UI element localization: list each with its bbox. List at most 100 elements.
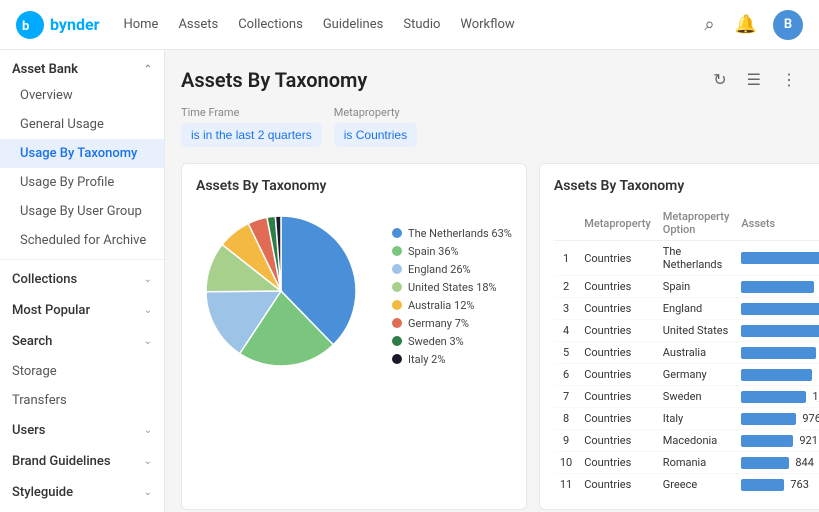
row-option: Italy: [657, 408, 736, 430]
sidebar-item-usage-user-group[interactable]: Usage By User Group: [0, 197, 164, 226]
legend-dot: [392, 354, 402, 364]
row-option: The Netherlands: [657, 241, 736, 276]
row-num: 7: [554, 386, 578, 408]
sidebar-item-general-usage[interactable]: General Usage: [0, 110, 164, 139]
pie-legend: The Netherlands 63%Spain 36%England 26%U…: [392, 227, 512, 366]
legend-item: Sweden 3%: [392, 335, 512, 348]
legend-dot: [392, 336, 402, 346]
sidebar-item-brand-guidelines[interactable]: Brand Guidelines ⌄: [0, 446, 164, 477]
bar: [741, 347, 816, 359]
sidebar-collapse-icon[interactable]: ⌃: [144, 64, 152, 75]
nav-collections[interactable]: Collections: [238, 17, 303, 32]
row-metaproperty: Countries: [578, 386, 657, 408]
sidebar-item-usage-profile[interactable]: Usage By Profile: [0, 168, 164, 197]
legend-item: Italy 2%: [392, 353, 512, 366]
sidebar-most-popular-label: Most Popular: [12, 303, 90, 318]
table-row: 2 Countries Spain 1,296: [554, 276, 819, 298]
bar: [741, 457, 789, 469]
chevron-down-icon: ⌄: [144, 336, 152, 347]
nav-links: Home Assets Collections Guidelines Studi…: [123, 17, 700, 32]
metaproperty-label: Metaproperty: [334, 106, 417, 119]
timeframe-chip[interactable]: is in the last 2 quarters: [181, 123, 322, 147]
legend-label: Germany 7%: [408, 317, 469, 330]
row-option: Sweden: [657, 386, 736, 408]
page-title: Assets By Taxonomy: [181, 68, 367, 92]
sidebar-item-transfers[interactable]: Transfers: [0, 386, 164, 415]
row-metaproperty: Countries: [578, 452, 657, 474]
sidebar-item-most-popular[interactable]: Most Popular ⌄: [0, 295, 164, 326]
sidebar-users-label: Users: [12, 423, 45, 438]
nav-guidelines[interactable]: Guidelines: [323, 17, 384, 32]
table-row: 9 Countries Macedonia 921: [554, 430, 819, 452]
sidebar-item-workflow[interactable]: Workflow ⌄: [0, 508, 164, 512]
legend-item: United States 18%: [392, 281, 512, 294]
row-metaproperty: Countries: [578, 276, 657, 298]
table1: Metaproperty Metaproperty Option Assets …: [554, 206, 819, 495]
legend-dot: [392, 246, 402, 256]
bar-value: 763: [790, 478, 809, 491]
row-assets: 1,584: [735, 241, 819, 276]
row-option: England: [657, 298, 736, 320]
table-row: 11 Countries Greece 763: [554, 474, 819, 496]
table-row: 4 Countries United States 1,540: [554, 320, 819, 342]
row-assets: 1,991: [735, 298, 819, 320]
row-option: Macedonia: [657, 430, 736, 452]
legend-label: The Netherlands 63%: [408, 227, 512, 240]
sidebar-item-overview[interactable]: Overview: [0, 81, 164, 110]
legend-dot: [392, 228, 402, 238]
table-row: 10 Countries Romania 844: [554, 452, 819, 474]
sidebar-item-users[interactable]: Users ⌄: [0, 415, 164, 446]
bar: [741, 391, 806, 403]
table-row: 8 Countries Italy 976: [554, 408, 819, 430]
bar: [741, 435, 793, 447]
sidebar-item-search[interactable]: Search ⌄: [0, 326, 164, 357]
legend-label: Italy 2%: [408, 353, 445, 366]
nav-icons: ⌕ 🔔 B: [700, 10, 803, 40]
nav-workflow[interactable]: Workflow: [460, 17, 514, 32]
legend-label: United States 18%: [408, 281, 497, 294]
main-content: Assets By Taxonomy ↻ ☰ ⋮ Time Frame is i…: [165, 50, 819, 512]
row-option: United States: [657, 320, 736, 342]
notifications-button[interactable]: 🔔: [731, 10, 761, 39]
filters-bar: Time Frame is in the last 2 quarters Met…: [181, 106, 803, 147]
row-num: 6: [554, 364, 578, 386]
more-options-button[interactable]: ⋮: [775, 66, 803, 94]
sidebar-item-styleguide[interactable]: Styleguide ⌄: [0, 477, 164, 508]
avatar[interactable]: B: [773, 10, 803, 40]
cards-grid: Assets By Taxonomy The Netherlands 63%Sp…: [181, 163, 803, 512]
table1-title: Assets By Taxonomy: [554, 178, 819, 194]
timeframe-filter: Time Frame is in the last 2 quarters: [181, 106, 322, 147]
row-num: 8: [554, 408, 578, 430]
nav-home[interactable]: Home: [123, 17, 158, 32]
metaproperty-chip[interactable]: is Countries: [334, 123, 417, 147]
nav-assets[interactable]: Assets: [178, 17, 218, 32]
bar: [741, 303, 819, 315]
sidebar-item-scheduled-archive[interactable]: Scheduled for Archive: [0, 226, 164, 255]
legend-item: Spain 36%: [392, 245, 512, 258]
legend-item: Australia 12%: [392, 299, 512, 312]
row-assets: 844: [735, 452, 819, 474]
row-num: 3: [554, 298, 578, 320]
pie-chart-card: Assets By Taxonomy The Netherlands 63%Sp…: [181, 163, 527, 510]
bar: [741, 479, 784, 491]
chevron-down-icon: ⌄: [144, 456, 152, 467]
row-assets: 1,156: [735, 386, 819, 408]
chevron-down-icon: ⌄: [144, 274, 152, 285]
sidebar-item-collections[interactable]: Collections ⌄: [0, 264, 164, 295]
nav-studio[interactable]: Studio: [403, 17, 440, 32]
row-assets: 1,540: [735, 320, 819, 342]
col-num: [554, 206, 578, 241]
sidebar-bank-header: Asset Bank ⌃: [0, 50, 164, 81]
logo[interactable]: b bynder: [16, 11, 99, 39]
filter-button[interactable]: ☰: [741, 66, 767, 94]
sidebar-item-storage[interactable]: Storage: [0, 357, 164, 386]
row-num: 1: [554, 241, 578, 276]
legend-item: Germany 7%: [392, 317, 512, 330]
row-num: 10: [554, 452, 578, 474]
sidebar-item-usage-taxonomy[interactable]: Usage By Taxonomy: [0, 139, 164, 168]
refresh-button[interactable]: ↻: [707, 66, 732, 94]
search-button[interactable]: ⌕: [700, 10, 718, 39]
table-row: 5 Countries Australia 1,326: [554, 342, 819, 364]
row-num: 2: [554, 276, 578, 298]
legend-dot: [392, 318, 402, 328]
